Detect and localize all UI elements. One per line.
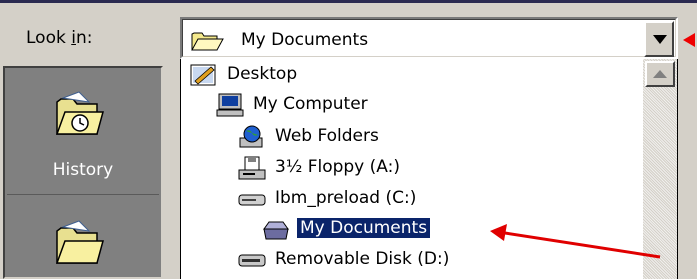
look-in-dropdown-list: Desktop My Computer Web Folders 3½ Flopp… [180,59,678,279]
removable-disk-icon [238,254,266,267]
chevron-up-icon [653,70,667,78]
history-folder-icon [55,91,104,135]
places-history-button[interactable]: History [7,70,159,195]
hard-drive-icon [238,194,266,206]
places-history-label: History [52,160,114,180]
computer-icon [216,93,244,117]
look-in-combobox[interactable]: My Documents [180,17,678,59]
web-folders-icon [239,125,263,148]
open-folder-icon [263,221,289,240]
folder-icon [55,220,104,264]
chevron-down-icon [653,35,667,44]
places-folder-button[interactable] [7,199,159,279]
window-top-border [0,0,697,3]
places-bar: History [3,66,163,279]
scroll-up-button[interactable] [645,61,675,87]
look-in-dropdown-button[interactable] [644,21,674,57]
look-in-selected-value: My Documents [241,30,369,50]
dropdown-scrollbar[interactable] [643,59,677,279]
open-folder-icon [191,32,224,51]
floppy-drive-icon [238,156,266,180]
annotation-arrow-tip [683,33,695,47]
look-in-label: Look in: [26,28,93,48]
desktop-icon [190,64,216,86]
